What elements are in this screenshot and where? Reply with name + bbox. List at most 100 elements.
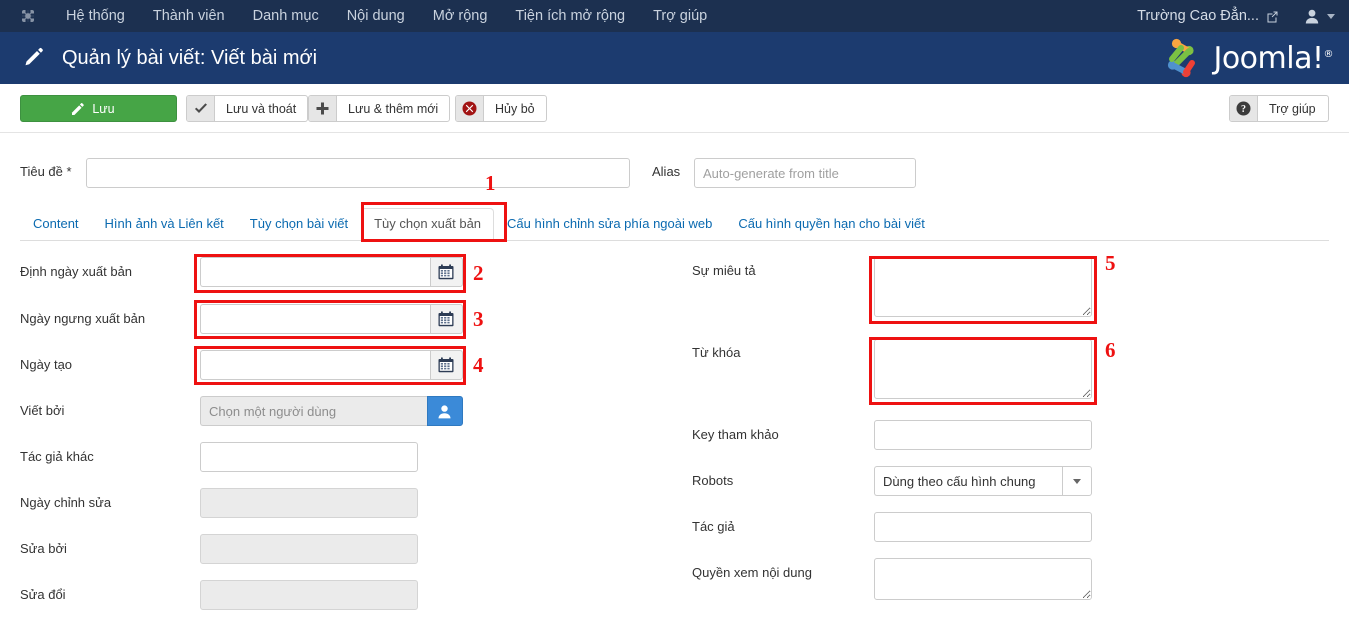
robots-select[interactable]: Dùng theo cấu hình chung — [874, 466, 1092, 496]
author-wrap — [874, 512, 1092, 542]
calendar-icon[interactable] — [429, 257, 463, 287]
robots-select-value[interactable]: Dùng theo cấu hình chung — [874, 466, 1062, 496]
check-icon — [187, 96, 215, 121]
created-date-input[interactable] — [200, 350, 430, 380]
save-and-close-button[interactable]: Lưu và thoát — [186, 95, 309, 122]
topnav-item-he-thong[interactable]: Hệ thống — [52, 0, 139, 32]
publish-up-input[interactable] — [200, 257, 430, 287]
tab-tuy-chon-bai-viet[interactable]: Tùy chọn bài viết — [237, 208, 361, 241]
field-label: Sửa bởi — [20, 541, 67, 556]
field-label: Định ngày xuất bản — [20, 264, 133, 279]
tab-content[interactable]: Content — [20, 208, 92, 241]
meta-description-textarea[interactable] — [874, 257, 1092, 317]
field-tac-gia: Tác giả — [660, 509, 1349, 555]
field-label: Ngày ngưng xuất bản — [20, 311, 146, 326]
modified-date-input — [200, 488, 418, 518]
topnav-item-danh-muc[interactable]: Danh mục — [239, 0, 333, 32]
meta-keywords-textarea[interactable] — [874, 339, 1092, 399]
alias-field-label: Alias — [652, 164, 681, 179]
tab-hinh-anh-va-lien-ket[interactable]: Hình ảnh và Liên kết — [92, 208, 237, 241]
tab-cau-hinh-quyen-han-cho-bai-viet[interactable]: Cấu hình quyền hạn cho bài viết — [725, 208, 937, 241]
key-reference-wrap — [874, 420, 1092, 450]
field-label: Quyền xem nội dung — [692, 565, 812, 580]
question-circle-icon: ? — [1230, 96, 1258, 121]
tab-label: Content — [33, 216, 79, 231]
tab-cau-hinh-chinh-sua-phia-ngoai-web[interactable]: Cấu hình chỉnh sửa phía ngoài web — [494, 208, 725, 241]
user-menu[interactable] — [1305, 9, 1335, 24]
field-label: Ngày chỉnh sửa — [20, 495, 112, 510]
joomla-wordmark: Joomla!® — [1213, 41, 1333, 76]
edit-tabs: Content Hình ảnh và Liên kết Tùy chọn bà… — [20, 208, 1329, 241]
cancel-button[interactable]: Hủy bỏ — [455, 95, 547, 122]
field-ngay-tao: Ngày tạo — [0, 347, 660, 393]
alias-input[interactable] — [694, 158, 916, 188]
title-alias-row: Tiêu đề * Alias — [0, 158, 1349, 188]
field-viet-boi: Viết bởi — [0, 393, 660, 439]
topnav-label: Mở rộng — [432, 8, 488, 24]
tab-label: Cấu hình quyền hạn cho bài viết — [738, 216, 925, 231]
cancel-button-label: Hủy bỏ — [495, 101, 535, 116]
revision-input — [200, 580, 418, 610]
topnav-item-tien-ich-mo-rong[interactable]: Tiện ích mở rộng — [501, 0, 639, 32]
plus-icon — [309, 96, 337, 121]
chevron-down-icon — [1327, 13, 1335, 19]
topnav-item-mo-rong[interactable]: Mở rộng — [419, 0, 502, 32]
external-link-icon[interactable] — [1266, 10, 1279, 23]
registered-mark: ® — [1323, 48, 1334, 60]
help-button[interactable]: ? Trợ giúp — [1229, 95, 1329, 122]
field-label: Sửa đổi — [20, 587, 66, 602]
page-title: Quản lý bài viết: Viết bài mới — [62, 46, 318, 69]
save-button[interactable]: Lưu — [20, 95, 177, 122]
topnav-label: Hệ thống — [66, 8, 125, 24]
created-by-input[interactable] — [200, 396, 427, 426]
publish-up-input-group — [200, 257, 463, 287]
publishing-right-column: Sự miêu tả Từ khóa Key tham khảo Robots … — [660, 253, 1349, 605]
topnav-label: Tiện ích mở rộng — [515, 8, 626, 24]
field-label: Key tham khảo — [692, 427, 779, 442]
tab-tuy-chon-xuat-ban[interactable]: Tùy chọn xuất bản — [361, 208, 495, 241]
calendar-icon[interactable] — [429, 304, 463, 334]
content-rights-textarea[interactable] — [874, 558, 1092, 600]
calendar-icon[interactable] — [429, 350, 463, 380]
topnav-label: Trợ giúp — [653, 8, 708, 24]
topnav-label: Nội dung — [346, 8, 405, 24]
author-input[interactable] — [874, 512, 1092, 542]
topnav-label: Thành viên — [152, 8, 225, 24]
joomla-symbol-icon — [1168, 38, 1196, 78]
modified-by-input — [200, 534, 418, 564]
created-date-input-group — [200, 350, 463, 380]
title-input[interactable] — [86, 158, 630, 188]
created-by-alias-input[interactable] — [200, 442, 418, 472]
svg-text:?: ? — [1241, 104, 1246, 115]
joomla-brand-logo: Joomla!® — [1159, 37, 1333, 79]
tab-label: Hình ảnh và Liên kết — [104, 216, 224, 231]
field-robots: Robots Dùng theo cấu hình chung — [660, 463, 1349, 509]
meta-description-wrap — [874, 257, 1092, 317]
title-field-label: Tiêu đề * — [20, 164, 72, 179]
field-quyen-xem-noi-dung: Quyền xem nội dung — [660, 555, 1349, 605]
tab-label: Tùy chọn xuất bản — [374, 216, 482, 231]
admin-top-menu: Hệ thống Thành viên Danh mục Nội dung Mở… — [52, 0, 721, 32]
site-name-label: Trường Cao Đẳn... — [1137, 8, 1259, 24]
publish-down-input[interactable] — [200, 304, 430, 334]
topnav-item-noi-dung[interactable]: Nội dung — [333, 0, 419, 32]
created-by-alias-wrap — [200, 442, 418, 472]
field-dinh-ngay-xuat-ban: Định ngày xuất bản — [0, 253, 660, 301]
user-select-icon[interactable] — [426, 396, 463, 426]
topnav-item-tro-giup[interactable]: Trợ giúp — [639, 0, 721, 32]
topnav-label: Danh mục — [252, 8, 319, 24]
topnav-item-thanh-vien[interactable]: Thành viên — [139, 0, 239, 32]
pencil-icon — [22, 46, 46, 70]
save-pencil-icon — [71, 96, 85, 121]
chevron-down-icon[interactable] — [1062, 466, 1092, 496]
user-icon — [1305, 9, 1319, 24]
field-sua-doi: Sửa đổi — [0, 577, 660, 618]
key-reference-input[interactable] — [874, 420, 1092, 450]
joomla-logo-icon[interactable] — [18, 6, 38, 26]
field-su-mieu-ta: Sự miêu tả — [660, 253, 1349, 335]
joomla-wordmark-text: Joomla! — [1213, 40, 1324, 76]
save-and-new-button[interactable]: Lưu & thêm mới — [308, 95, 451, 122]
admin-top-menu-bar: Hệ thống Thành viên Danh mục Nội dung Mở… — [0, 0, 1349, 32]
save-and-close-label: Lưu và thoát — [226, 101, 297, 116]
field-label: Sự miêu tả — [692, 263, 756, 278]
